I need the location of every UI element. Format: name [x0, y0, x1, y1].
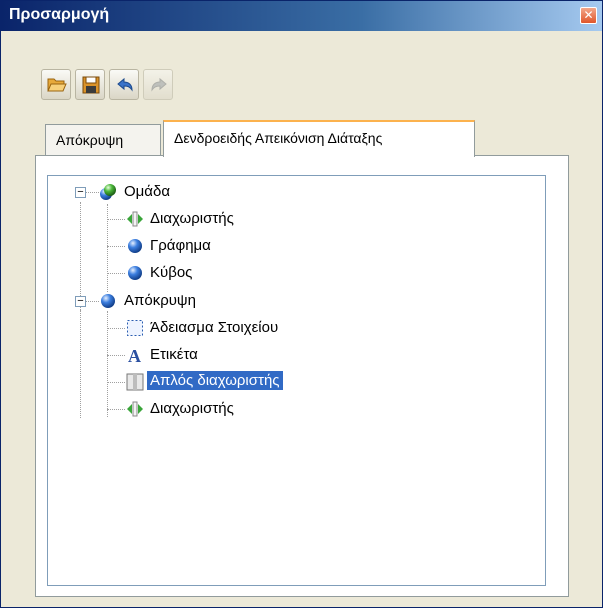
splitter-icon [127, 401, 143, 417]
layout-tree[interactable]: − Ομάδα Διαχωριστής Γράφημα Κύβος − Απόκ… [47, 175, 546, 586]
tree-node-item[interactable]: Άδειασμα Στοιχείου [48, 316, 348, 340]
tree-node-item[interactable]: Διαχωριστής [48, 397, 348, 421]
tree-node-label: Διαχωριστής [150, 400, 234, 417]
tree-node-group[interactable]: − Απόκρυψη [48, 289, 348, 313]
tree-node-label: Απλός διαχωριστής [147, 371, 283, 390]
label-a-icon: A [128, 346, 141, 364]
green-sphere-icon [100, 184, 116, 200]
blue-sphere-icon [101, 294, 115, 308]
title-bar[interactable]: Προσαρμογή ✕ [1, 1, 602, 31]
open-button[interactable] [41, 69, 71, 100]
tab-tree-layout[interactable]: Δενδροειδής Απεικόνιση Διάταξης [163, 120, 475, 157]
tree-node-item[interactable]: Γράφημα [48, 234, 348, 258]
close-icon: ✕ [583, 8, 594, 22]
undo-icon [117, 77, 133, 92]
tree-node-label: Γράφημα [150, 237, 211, 254]
redo-icon [151, 77, 167, 92]
tree-node-item[interactable]: A Ετικέτα [48, 343, 348, 367]
tree-node-group[interactable]: − Ομάδα [48, 180, 348, 204]
undo-button[interactable] [109, 69, 139, 100]
tree-node-label: Ετικέτα [150, 346, 198, 363]
window-title: Προσαρμογή [9, 6, 110, 23]
save-icon [82, 76, 100, 94]
blue-sphere-icon [128, 239, 142, 253]
tree-node-item[interactable]: Διαχωριστής [48, 207, 348, 231]
tree-node-label: Ομάδα [124, 183, 171, 200]
redo-button[interactable] [143, 69, 173, 100]
save-button[interactable] [75, 69, 105, 100]
tree-node-item-selected[interactable]: Απλός διαχωριστής [48, 370, 348, 394]
empty-space-icon [127, 320, 143, 336]
tree-node-label: Κύβος [150, 264, 193, 281]
tree-node-label: Απόκρυψη [124, 292, 196, 309]
collapse-toggle[interactable]: − [75, 187, 86, 198]
tree-node-label: Άδειασμα Στοιχείου [150, 319, 279, 336]
open-folder-icon [47, 78, 67, 92]
tree-node-label: Διαχωριστής [150, 210, 234, 227]
splitter-icon [127, 211, 143, 227]
tab-hide[interactable]: Απόκρυψη [45, 124, 161, 156]
collapse-toggle[interactable]: − [75, 296, 86, 307]
simple-separator-icon [126, 373, 144, 391]
svg-text:A: A [128, 346, 141, 364]
blue-sphere-icon [128, 266, 142, 280]
tree-node-item[interactable]: Κύβος [48, 261, 348, 285]
customization-dialog: Προσαρμογή ✕ Απόκρυψη Δενδροειδής Απεικό… [0, 0, 603, 608]
close-button[interactable]: ✕ [580, 7, 597, 24]
